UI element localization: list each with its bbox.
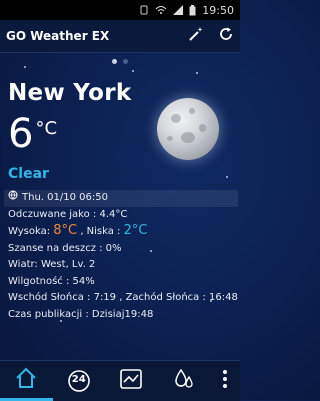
weather-condition: Clear <box>8 166 49 182</box>
app-bar: GO Weather EX <box>0 20 240 53</box>
tab-trend[interactable] <box>105 361 158 401</box>
humidity-text: Wilgotność : 54% <box>8 275 95 287</box>
precipitation-icon <box>173 367 195 395</box>
publish-time-text: Czas publikacji : Dzisiaj19:48 <box>8 308 154 320</box>
tab-precipitation[interactable] <box>158 361 211 401</box>
magic-wand-icon[interactable] <box>188 26 204 46</box>
city-name[interactable]: New York <box>8 80 132 106</box>
low-value: 2°C <box>123 223 148 238</box>
temperature-value: 6 <box>8 111 34 157</box>
high-low-row: Wysoka: 8°C , Niska : 2°C <box>8 223 238 241</box>
home-icon <box>14 367 38 393</box>
star-decoration <box>132 70 134 72</box>
sunrise-sunset-text: Wschód Słońca : 7:19 , Zachód Słońca : 1… <box>8 292 238 303</box>
status-bar: 19:50 <box>0 0 240 20</box>
trend-chart-icon <box>119 368 143 394</box>
temperature-unit: °C <box>35 118 58 139</box>
notification-icon <box>139 5 149 15</box>
24-hour-label: 24 <box>71 374 86 385</box>
wifi-icon <box>155 5 167 15</box>
signal-icon <box>173 5 184 15</box>
high-label: Wysoka: <box>8 226 51 237</box>
star-decoration <box>196 72 198 74</box>
overflow-menu-button[interactable] <box>210 361 240 401</box>
high-value: 8°C <box>53 223 78 238</box>
page-dot <box>123 59 128 64</box>
battery-icon <box>189 4 196 16</box>
tab-home[interactable] <box>0 361 53 401</box>
temperature-display: 6 °C <box>8 112 57 156</box>
rain-chance-text: Szanse na deszcz : 0% <box>8 242 122 254</box>
page-dot-active <box>112 59 117 64</box>
datetime-text: Thu. 01/10 06:50 <box>22 192 108 203</box>
more-vertical-icon <box>222 368 228 394</box>
24-hour-icon: 24 <box>67 369 91 393</box>
feels-like-text: Odczuwane jako : 4.4°C <box>8 208 128 220</box>
app-title: GO Weather EX <box>6 29 110 43</box>
moon-icon <box>157 98 219 160</box>
low-label: , Niska : <box>80 226 121 237</box>
star-decoration <box>24 66 26 68</box>
weather-details: Thu. 01/10 06:50 Odczuwane jako : 4.4°C … <box>4 190 238 323</box>
clock: 19:50 <box>202 3 234 17</box>
globe-icon <box>8 190 18 207</box>
page-indicator <box>0 59 240 64</box>
refresh-icon[interactable] <box>218 26 234 46</box>
datetime-row: Thu. 01/10 06:50 <box>4 190 238 207</box>
tab-24-hour[interactable]: 24 <box>53 361 106 401</box>
wind-text: Wiatr: West, Lv. 2 <box>8 259 96 270</box>
star-decoration <box>226 176 228 178</box>
bottom-tab-bar: 24 <box>0 360 240 401</box>
